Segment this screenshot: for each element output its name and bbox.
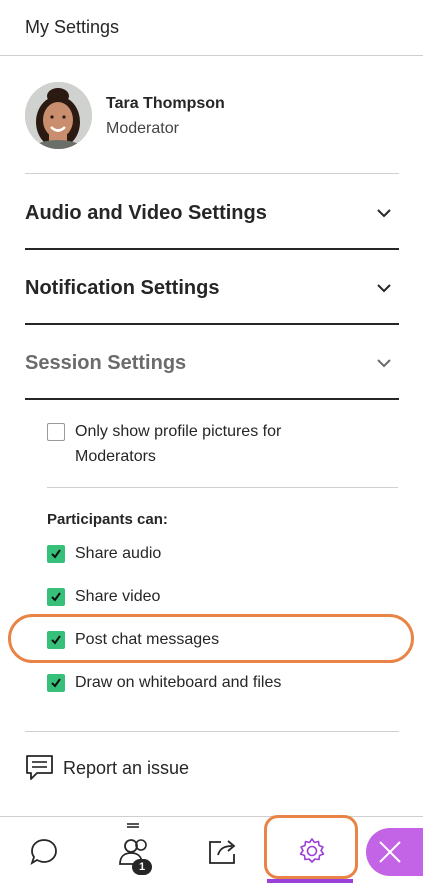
draw-whiteboard-checkbox[interactable] (47, 674, 65, 692)
divider (47, 487, 398, 488)
checkbox-label: Post chat messages (75, 631, 220, 648)
section-label: Session Settings (25, 352, 187, 374)
share-content-icon (209, 840, 236, 864)
user-role: Moderator (106, 120, 179, 137)
section-session-settings[interactable]: Session Settings (25, 326, 399, 400)
profile-pictures-checkbox[interactable] (47, 423, 65, 441)
active-tab-indicator (267, 879, 353, 883)
divider (25, 173, 399, 174)
checkbox-label: Draw on whiteboard and files (75, 674, 282, 691)
drag-handle-icon[interactable] (127, 823, 139, 828)
divider (25, 731, 399, 732)
close-icon (379, 841, 401, 863)
checkbox-label: Only show profile pictures for (75, 423, 282, 440)
checkbox-label: Share video (75, 588, 161, 605)
chevron-down-icon (377, 359, 391, 368)
settings-gear-icon (299, 838, 325, 863)
report-icon (26, 755, 53, 780)
share-video-checkbox[interactable] (47, 588, 65, 606)
chevron-down-icon (377, 284, 391, 293)
tab-chat[interactable] (2, 817, 82, 883)
page-title: My Settings (25, 17, 120, 37)
section-notification-settings[interactable]: Notification Settings (25, 251, 399, 325)
chevron-down-icon (377, 209, 391, 218)
participants-count-badge: 1 (132, 859, 152, 875)
participants-heading: Participants can: (47, 511, 168, 528)
checkbox-label: Share audio (75, 545, 162, 562)
checkmark-icon (51, 635, 61, 645)
panel-header: My Settings (0, 0, 423, 56)
report-issue-label: Report an issue (63, 758, 190, 778)
tab-settings[interactable] (270, 817, 350, 883)
checkmark-icon (51, 678, 61, 688)
checkmark-icon (51, 592, 61, 602)
checkmark-icon (51, 549, 61, 559)
post-chat-messages-checkbox[interactable] (47, 631, 65, 649)
tab-share-content[interactable] (182, 817, 262, 883)
chat-icon (30, 839, 57, 866)
report-issue-link[interactable]: Report an issue (25, 754, 225, 782)
section-label: Audio and Video Settings (25, 202, 267, 224)
close-panel-button[interactable] (366, 828, 423, 876)
bottom-tab-bar: 1 (0, 816, 423, 883)
user-name: Tara Thompson (106, 95, 225, 112)
avatar (25, 82, 92, 149)
checkbox-label: Moderators (75, 448, 156, 465)
user-profile: Tara Thompson Moderator (25, 82, 399, 152)
section-audio-video-settings[interactable]: Audio and Video Settings (25, 176, 399, 250)
share-audio-checkbox[interactable] (47, 545, 65, 563)
tab-participants[interactable]: 1 (84, 817, 164, 883)
section-label: Notification Settings (25, 277, 220, 299)
